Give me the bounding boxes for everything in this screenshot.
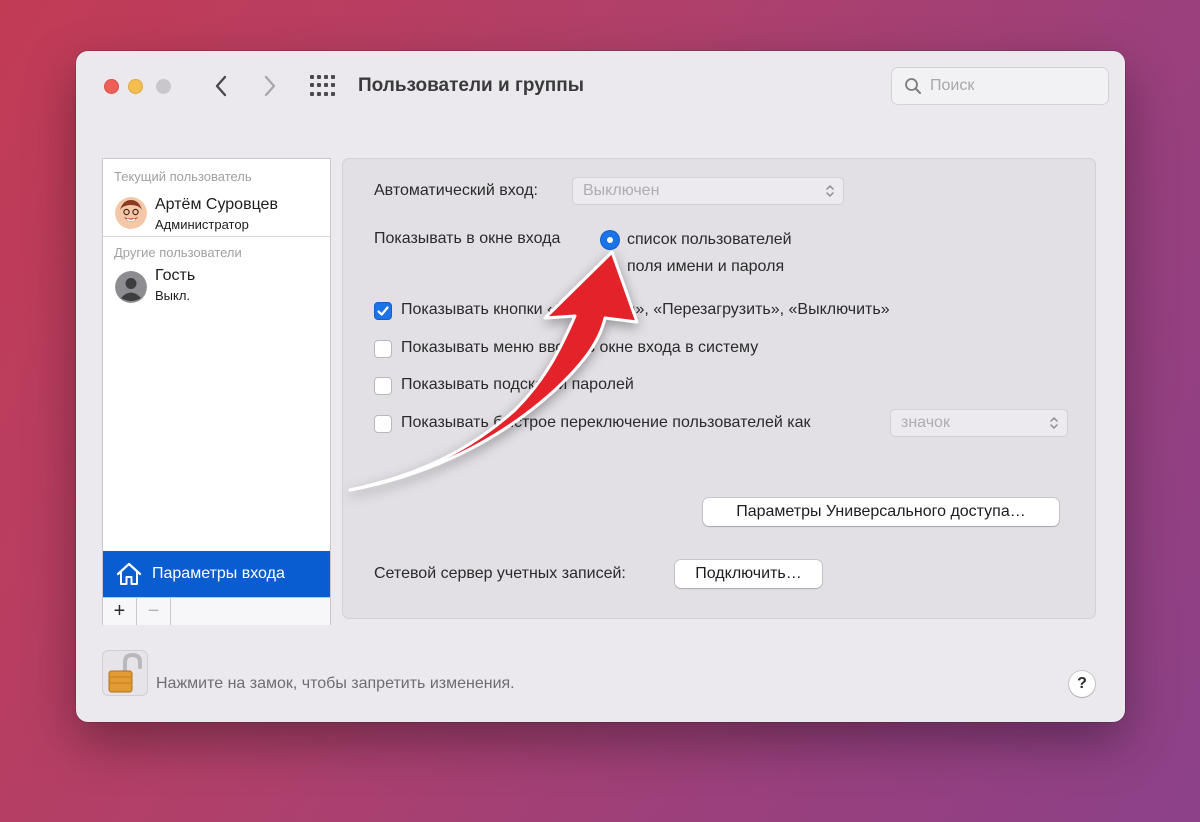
chevron-right-icon [264, 75, 276, 97]
sidebar-item-guest-user[interactable]: Гость Выкл. [103, 263, 330, 313]
chevron-up-down-icon [826, 185, 834, 197]
show-in-login-label: Показывать в окне входа [374, 230, 561, 247]
auto-login-label: Автоматический вход: [374, 182, 538, 199]
users-sidebar: Текущий пользователь Артём Суровцев Адми… [102, 158, 331, 625]
sidebar-divider [103, 236, 330, 237]
sidebar-item-login-options[interactable]: Параметры входа [103, 551, 330, 597]
checkbox-show-power-buttons-label: Показывать кнопки «Режим сна», «Перезагр… [401, 301, 890, 318]
sidebar-toolbar: + − [103, 597, 330, 625]
checkbox-show-input-menu-label: Показывать меню ввода в окне входа в сис… [401, 339, 759, 356]
search-icon [905, 78, 921, 94]
current-user-name: Артём Суровцев [155, 196, 278, 213]
chevron-left-icon [215, 75, 227, 97]
show-all-grid-icon[interactable] [310, 75, 336, 97]
lock-button[interactable] [102, 650, 148, 696]
fast-switch-style-select[interactable]: значок [890, 409, 1068, 437]
sidebar-item-current-user[interactable]: Артём Суровцев Администратор [103, 189, 330, 239]
fast-switch-style-value: значок [901, 414, 950, 431]
radio-user-list[interactable] [601, 231, 619, 249]
checkbox-fast-user-switching-label: Показывать быстрое переключение пользова… [401, 414, 811, 431]
guest-user-status: Выкл. [155, 288, 191, 303]
auto-login-value: Выключен [583, 182, 660, 199]
login-options-label: Параметры входа [152, 565, 285, 582]
avatar [115, 197, 147, 229]
checkbox-show-password-hints[interactable] [374, 377, 392, 395]
minimize-button[interactable] [128, 79, 143, 94]
search-field[interactable]: Поиск [891, 67, 1109, 105]
other-users-section-label: Другие пользователи [114, 245, 242, 260]
connect-button[interactable]: Подключить… [675, 560, 822, 588]
search-placeholder: Поиск [930, 77, 975, 94]
checkbox-show-power-buttons[interactable] [374, 302, 392, 320]
guest-avatar [115, 271, 147, 303]
zoom-button[interactable] [156, 79, 171, 94]
close-button[interactable] [104, 79, 119, 94]
remove-user-button[interactable]: − [137, 598, 171, 625]
current-user-section-label: Текущий пользователь [114, 169, 252, 184]
add-user-button[interactable]: + [103, 598, 137, 625]
login-options-panel: Автоматический вход: Выключен Показывать… [342, 158, 1096, 619]
chevron-up-down-icon [1050, 417, 1058, 429]
window-title: Пользователи и группы [358, 75, 584, 96]
help-button[interactable]: ? [1069, 671, 1095, 697]
radio-name-password-label: поля имени и пароля [627, 258, 785, 275]
forward-button[interactable] [255, 71, 285, 101]
house-icon [116, 562, 142, 585]
titlebar: Пользователи и группы Поиск [76, 51, 1125, 121]
unlocked-padlock-icon [102, 650, 148, 696]
back-button[interactable] [206, 71, 236, 101]
current-user-role: Администратор [155, 217, 249, 232]
settings-window: Пользователи и группы Поиск Текущий поль… [76, 51, 1125, 722]
checkbox-fast-user-switching[interactable] [374, 415, 392, 433]
checkbox-show-input-menu[interactable] [374, 340, 392, 358]
auto-login-select[interactable]: Выключен [572, 177, 844, 205]
checkbox-show-password-hints-label: Показывать подсказки паролей [401, 376, 634, 393]
checkmark-icon [377, 306, 389, 316]
lock-hint-text: Нажмите на замок, чтобы запретить измене… [156, 675, 515, 692]
radio-user-list-label: список пользователей [627, 231, 792, 248]
network-server-label: Сетевой сервер учетных записей: [374, 565, 626, 582]
guest-user-name: Гость [155, 267, 196, 284]
accessibility-options-button[interactable]: Параметры Универсального доступа… [703, 498, 1059, 526]
